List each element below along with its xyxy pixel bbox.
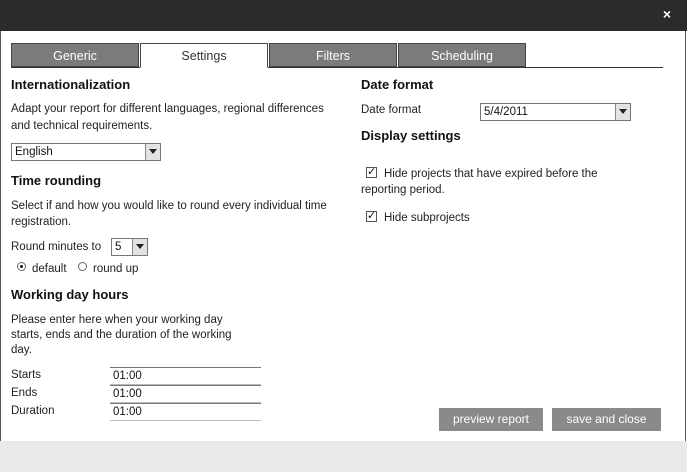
close-icon[interactable]: × [663, 6, 671, 22]
working-day-heading: Working day hours [11, 287, 129, 302]
chevron-down-icon[interactable] [132, 239, 147, 255]
title-bar: × [0, 0, 687, 31]
hide-subprojects-checkbox[interactable]: ✓ [366, 211, 377, 222]
ends-field[interactable]: 01:00 [110, 385, 261, 403]
save-and-close-button[interactable]: save and close [552, 408, 661, 431]
date-format-label: Date format [361, 104, 422, 116]
time-rounding-description-1: Select if and how you would like to roun… [11, 200, 327, 212]
hide-expired-checkbox[interactable]: ✓ [366, 167, 377, 178]
chevron-down-icon[interactable] [615, 104, 630, 120]
internationalization-description-2: and technical requirements. [11, 120, 153, 132]
duration-field[interactable]: 01:00 [110, 403, 261, 421]
radio-round-up-label: round up [93, 263, 139, 275]
preview-report-button[interactable]: preview report [439, 408, 543, 431]
footer-bar [0, 441, 687, 472]
working-day-description-2: starts, ends and the duration of the wor… [11, 329, 232, 341]
round-minutes-value: 5 [115, 241, 122, 253]
date-format-heading: Date format [361, 77, 434, 92]
round-minutes-select[interactable]: 5 [111, 238, 148, 256]
hide-subprojects-label: Hide subprojects [384, 212, 470, 224]
date-format-value: 5/4/2011 [484, 106, 528, 118]
hide-expired-label-1: Hide projects that have expired before t… [384, 168, 598, 180]
tab-generic[interactable]: Generic [11, 43, 139, 67]
language-select-value: English [15, 146, 53, 158]
internationalization-heading: Internationalization [11, 77, 131, 92]
tab-bar: Generic Settings Filters Scheduling [11, 43, 663, 68]
time-rounding-heading: Time rounding [11, 173, 102, 188]
window-frame [0, 31, 686, 472]
date-format-select[interactable]: 5/4/2011 [480, 103, 631, 121]
round-minutes-label: Round minutes to [11, 241, 102, 253]
internationalization-description-1: Adapt your report for different language… [11, 103, 324, 115]
starts-label: Starts [11, 369, 42, 381]
tab-filters[interactable]: Filters [269, 43, 397, 67]
tab-scheduling[interactable]: Scheduling [398, 43, 526, 67]
tab-settings[interactable]: Settings [140, 43, 268, 68]
hide-expired-label-2: reporting period. [361, 184, 445, 196]
radio-round-up[interactable] [78, 262, 87, 271]
duration-label: Duration [11, 405, 55, 417]
radio-default[interactable] [17, 262, 26, 271]
chevron-down-icon[interactable] [145, 144, 160, 160]
radio-default-label: default [32, 263, 67, 275]
language-select[interactable]: English [11, 143, 161, 161]
ends-label: Ends [11, 387, 38, 399]
working-day-description-3: day. [11, 344, 32, 356]
time-rounding-description-2: registration. [11, 216, 72, 228]
starts-field[interactable]: 01:00 [110, 367, 261, 385]
display-settings-heading: Display settings [361, 128, 461, 143]
